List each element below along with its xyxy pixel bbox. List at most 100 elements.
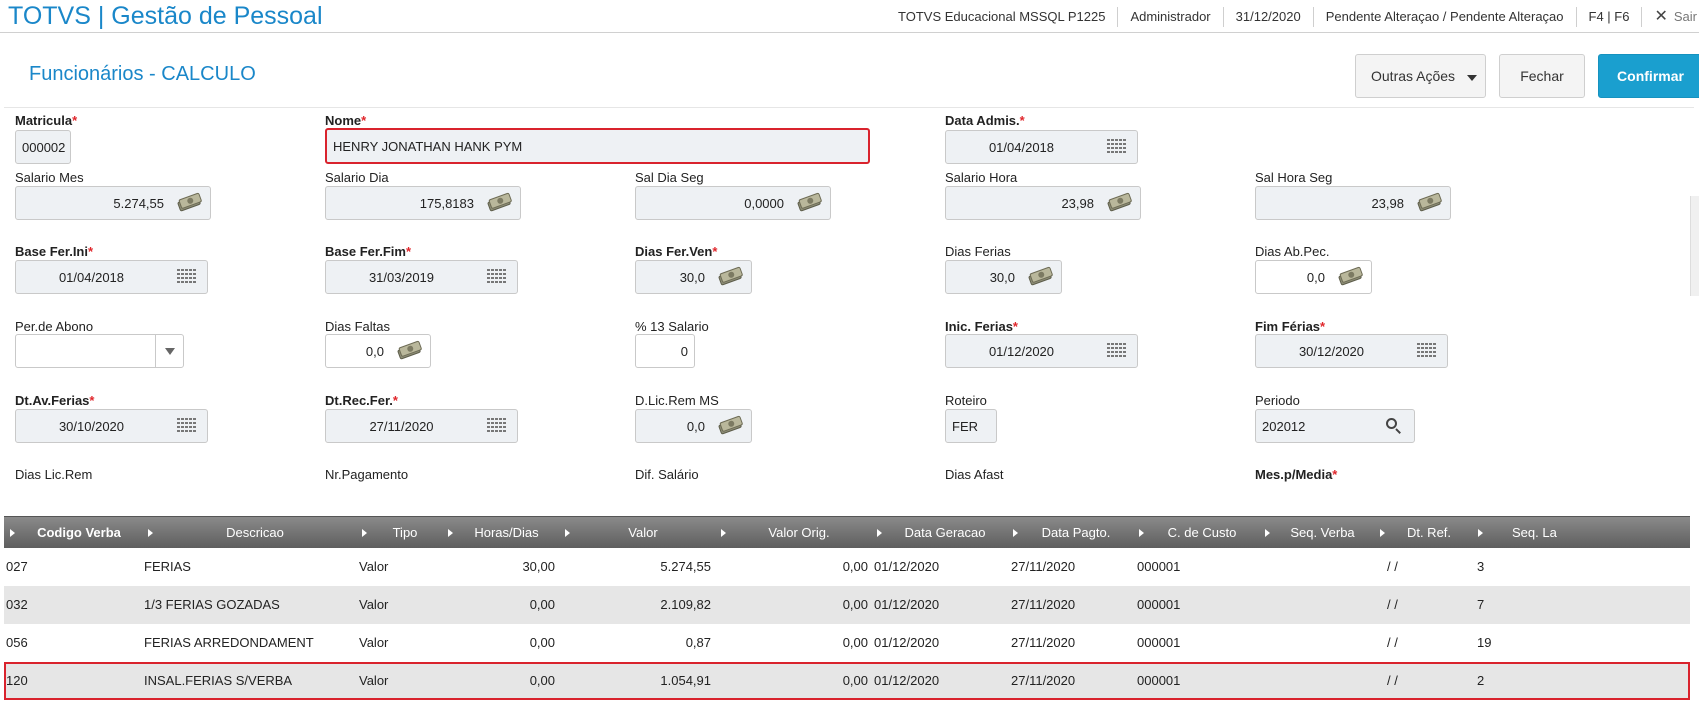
cell-seq-verba <box>1262 664 1372 698</box>
money-icon[interactable] <box>390 335 430 367</box>
confirmar-button[interactable]: Confirmar <box>1598 54 1699 98</box>
sort-arrow-icon <box>10 529 15 537</box>
search-icon[interactable] <box>1374 410 1414 442</box>
cell-seq-verba <box>1262 624 1372 662</box>
calendar-icon[interactable] <box>1407 335 1447 367</box>
cell-data-geracao: 01/12/2020 <box>874 635 940 650</box>
salario-hora-field[interactable]: 23,98 <box>945 186 1141 220</box>
pct-13-field[interactable]: 0 <box>635 334 695 368</box>
status-state[interactable]: Pendente Alteraçao / Pendente Alteraçao <box>1312 6 1576 27</box>
money-icon[interactable] <box>790 187 830 219</box>
col-seq-verba[interactable]: Seq. Verba <box>1259 517 1374 549</box>
inic-ferias-field[interactable]: 01/12/2020 <box>945 334 1138 368</box>
cell-codigo: 027 <box>6 559 28 574</box>
col-tipo[interactable]: Tipo <box>356 517 442 549</box>
cell-data-pagto: 27/11/2020 <box>1011 559 1076 574</box>
dias-faltas-label: Dias Faltas <box>325 319 391 334</box>
vertical-scrollbar[interactable] <box>1690 196 1699 296</box>
calendar-icon[interactable] <box>167 261 207 293</box>
cell-tipo: Valor <box>359 635 389 650</box>
sal-hora-seg-field[interactable]: 23,98 <box>1255 186 1451 220</box>
calendar-icon[interactable] <box>167 410 207 442</box>
nome-field[interactable]: HENRY JONATHAN HANK PYM <box>325 128 870 164</box>
matricula-field[interactable]: 000002 <box>15 130 71 164</box>
sort-arrow-icon <box>1013 529 1018 537</box>
salario-mes-field[interactable]: 5.274,55 <box>15 186 211 220</box>
col-seq-la[interactable]: Seq. La <box>1472 517 1690 549</box>
sal-dia-seg-field[interactable]: 0,0000 <box>635 186 831 220</box>
col-valor[interactable]: Valor <box>559 517 715 549</box>
base-fer-fim-field[interactable]: 31/03/2019 <box>325 260 518 294</box>
money-icon[interactable] <box>1410 187 1450 219</box>
money-icon[interactable] <box>170 187 210 219</box>
status-environment[interactable]: TOTVS Educacional MSSQL P1225 <box>886 7 1117 27</box>
d-lic-rem-field[interactable]: 0,0 <box>635 409 752 443</box>
col-horas-dias[interactable]: Horas/Dias <box>442 517 559 549</box>
cell-seq-verba <box>1262 548 1372 586</box>
periodo-field[interactable]: 202012 <box>1255 409 1415 443</box>
status-user[interactable]: Administrador <box>1117 6 1222 27</box>
per-abono-select[interactable] <box>15 334 184 368</box>
cell-custo: 000001 <box>1137 635 1181 650</box>
dias-ab-pec-field[interactable]: 0,0 <box>1255 260 1372 294</box>
fechar-button[interactable]: Fechar <box>1499 54 1585 98</box>
dias-ferias-label: Dias Ferias <box>945 244 1011 259</box>
dias-fer-ven-field[interactable]: 30,0 <box>635 260 752 294</box>
salario-dia-field[interactable]: 175,8183 <box>325 186 521 220</box>
grid-header: Codigo Verba Descricao Tipo Horas/Dias V… <box>4 516 1690 548</box>
table-row-selected[interactable]: 120 INSAL.FERIAS S/VERBA Valor 0,00 1.05… <box>4 662 1690 700</box>
table-row[interactable]: 056 FERIAS ARREDONDAMENT Valor 0,00 0,87… <box>4 624 1690 662</box>
sort-arrow-icon <box>1265 529 1270 537</box>
base-fer-ini-field[interactable]: 01/04/2018 <box>15 260 208 294</box>
dias-ferias-field[interactable]: 30,0 <box>945 260 1062 294</box>
col-codigo-verba[interactable]: Codigo Verba <box>4 517 142 549</box>
dt-rec-fer-field[interactable]: 27/11/2020 <box>325 409 518 443</box>
money-icon[interactable] <box>1100 187 1140 219</box>
pct-13-label: % 13 Salario <box>635 319 709 334</box>
calendar-icon[interactable] <box>477 410 517 442</box>
status-row: TOTVS Educacional MSSQL P1225 Administra… <box>886 0 1699 33</box>
calendar-icon[interactable] <box>1097 131 1137 163</box>
table-row[interactable]: 027 FERIAS Valor 30,00 5.274,55 0,00 01/… <box>4 548 1690 586</box>
status-date[interactable]: 31/12/2020 <box>1222 6 1313 27</box>
exit-label: Sair <box>1673 8 1697 24</box>
fim-ferias-field[interactable]: 30/12/2020 <box>1255 334 1448 368</box>
app-title: TOTVS | Gestão de Pessoal <box>8 2 323 30</box>
data-admis-field[interactable]: 01/04/2018 <box>945 130 1138 164</box>
calendar-icon[interactable] <box>477 261 517 293</box>
dias-lic-rem-label: Dias Lic.Rem <box>15 467 93 482</box>
outras-acoes-button[interactable]: Outras Ações <box>1355 54 1486 98</box>
col-data-pagto[interactable]: Data Pagto. <box>1007 517 1133 549</box>
status-keys[interactable]: F4 | F6 <box>1575 6 1642 27</box>
col-dt-ref[interactable]: Dt. Ref. <box>1374 517 1472 549</box>
col-data-geracao[interactable]: Data Geracao <box>871 517 1007 549</box>
cell-data-geracao: 01/12/2020 <box>874 559 940 574</box>
cell-custo: 000001 <box>1137 559 1181 574</box>
fim-ferias-label: Fim Férias* <box>1255 319 1326 334</box>
exit-button[interactable]: ✕ Sair <box>1641 6 1699 27</box>
calendar-icon[interactable] <box>1097 335 1137 367</box>
cell-tipo: Valor <box>359 559 389 574</box>
dt-av-ferias-field[interactable]: 30/10/2020 <box>15 409 208 443</box>
money-icon[interactable] <box>1021 261 1061 293</box>
cell-valor-orig: 0,00 <box>842 597 868 612</box>
col-c-custo[interactable]: C. de Custo <box>1133 517 1259 549</box>
chevron-down-icon[interactable] <box>155 335 183 367</box>
dt-rec-fer-label: Dt.Rec.Fer.* <box>325 393 398 408</box>
table-row[interactable]: 032 1/3 FERIAS GOZADAS Valor 0,00 2.109,… <box>4 586 1690 624</box>
cell-valor: 5.274,55 <box>660 559 711 574</box>
dias-faltas-field[interactable]: 0,0 <box>325 334 431 368</box>
cell-dt-ref: / / <box>1387 673 1398 688</box>
col-descricao[interactable]: Descricao <box>142 517 356 549</box>
d-lic-rem-label: D.Lic.Rem MS <box>635 393 719 408</box>
money-icon[interactable] <box>711 261 751 293</box>
money-icon[interactable] <box>480 187 520 219</box>
roteiro-field[interactable]: FER <box>945 409 997 443</box>
cell-valor: 2.109,82 <box>660 597 711 612</box>
money-icon[interactable] <box>711 410 751 442</box>
cell-dt-ref: / / <box>1387 597 1398 612</box>
col-valor-orig[interactable]: Valor Orig. <box>715 517 871 549</box>
cell-data-geracao: 01/12/2020 <box>874 673 940 688</box>
money-icon[interactable] <box>1331 261 1371 293</box>
cell-codigo: 032 <box>6 597 28 612</box>
